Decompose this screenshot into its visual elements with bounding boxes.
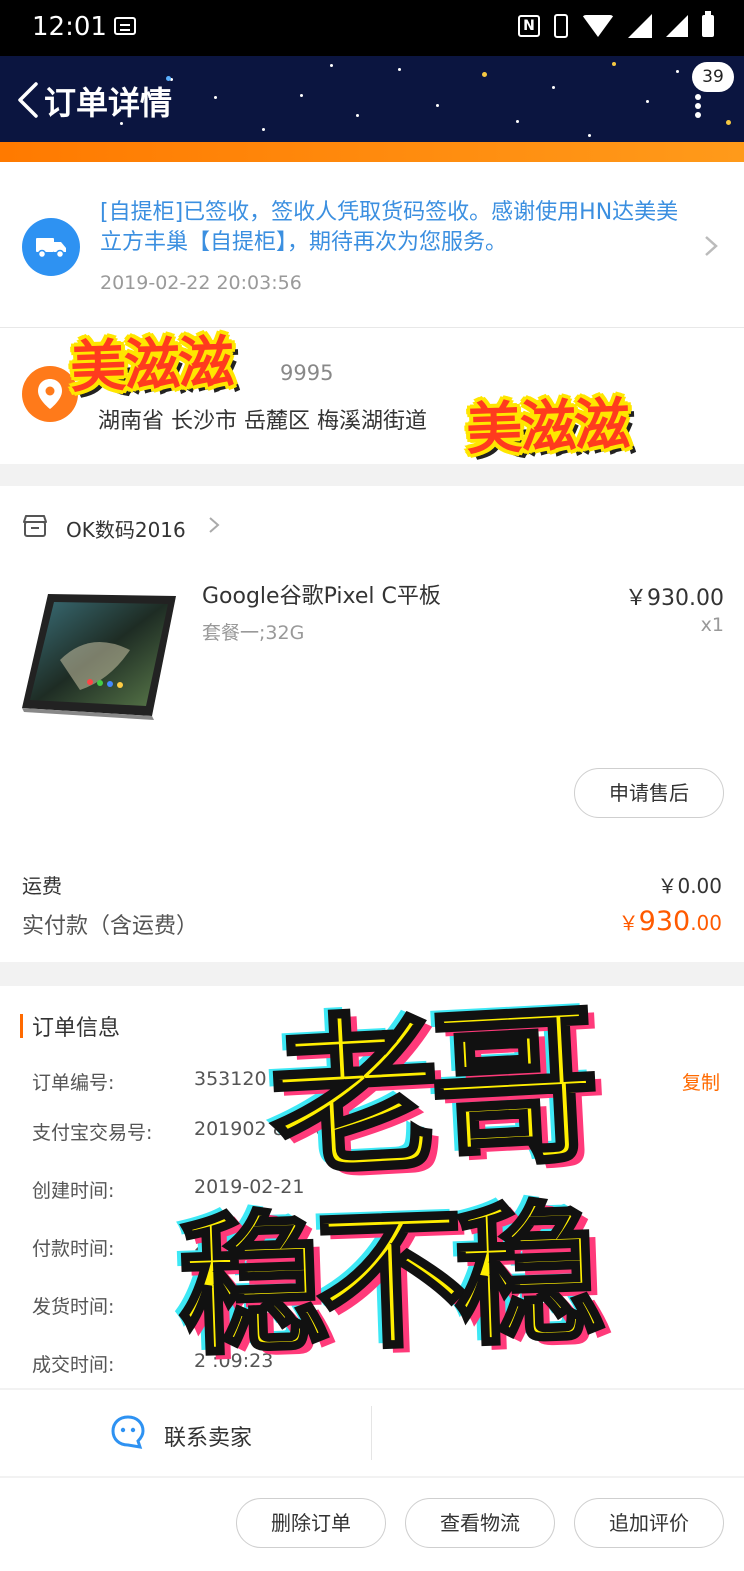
order-info-title: 订单信息 xyxy=(32,1016,121,1041)
product-quantity: x1 xyxy=(700,614,724,636)
shipping-label: 运费 xyxy=(22,874,62,898)
signal-icon xyxy=(628,14,652,38)
status-icons: N xyxy=(518,11,714,38)
vibrate-icon xyxy=(554,14,568,38)
chevron-right-icon[interactable] xyxy=(704,235,718,257)
message-count-badge[interactable]: 39 xyxy=(692,62,734,92)
wifi-icon xyxy=(582,15,614,37)
shipping-value: ￥0.00 xyxy=(657,874,722,898)
header-bar: 订单详情 xyxy=(0,56,744,142)
delete-order-button[interactable]: 删除订单 xyxy=(236,1498,386,1548)
paid-currency: ￥ xyxy=(618,911,639,935)
section-accent-bar xyxy=(20,1014,23,1038)
product-card: OK数码2016 Google谷歌Pixel C平板 套餐一;32G ￥930.… xyxy=(0,486,744,962)
paid-label: 实付款（含运费） xyxy=(22,914,199,939)
chat-bubble-icon[interactable] xyxy=(110,1414,146,1450)
order-detail-screen: 12:01 N 订单详情 39 [自提柜]已签收，签收人凭取货码签收。感谢使用H… xyxy=(0,0,744,1571)
product-image[interactable] xyxy=(20,590,180,724)
vertical-divider xyxy=(371,1406,372,1460)
meme-sticker-line1: 老哥 xyxy=(263,985,597,1203)
paid-time-label: 付款时间: xyxy=(32,1238,115,1260)
view-logistics-button[interactable]: 查看物流 xyxy=(405,1498,555,1548)
more-options-icon[interactable] xyxy=(695,94,703,118)
shop-icon[interactable] xyxy=(22,514,48,538)
paid-integer: 930 xyxy=(638,906,691,937)
chevron-right-icon[interactable] xyxy=(208,516,220,534)
battery-icon xyxy=(702,11,714,37)
product-spec: 套餐一;32G xyxy=(202,622,305,644)
nfc-icon: N xyxy=(518,15,540,37)
product-price: ￥930.00 xyxy=(625,586,724,611)
logistics-status-card[interactable]: [自提柜]已签收，签收人凭取货码签收。感谢使用HN达美美立方丰巢【自提柜】，期待… xyxy=(0,162,744,328)
copy-order-number-link[interactable]: 复制 xyxy=(682,1068,720,1095)
sticker-text: 美滋滋 xyxy=(465,392,630,463)
product-name[interactable]: Google谷歌Pixel C平板 xyxy=(202,578,441,610)
status-time: 12:01 xyxy=(32,12,107,42)
order-info-card: 订单信息 复制 订单编号: 353120 49 支付宝交易号: 201902 8… xyxy=(0,985,744,1388)
contact-seller-button[interactable]: 联系卖家 xyxy=(164,1420,252,1452)
bottom-action-bar: 删除订单 查看物流 追加评价 xyxy=(0,1478,744,1571)
contact-bar: 联系卖家 xyxy=(0,1390,744,1476)
alipay-trade-label: 支付宝交易号: xyxy=(32,1122,153,1144)
paid-amount: ￥930.00 xyxy=(619,906,722,937)
delivery-address-card: 9995 湖南省 长沙市 岳麓区 梅溪湖街道 美滋滋 美滋滋 xyxy=(0,328,744,464)
address-line: 湖南省 长沙市 岳麓区 梅溪湖街道 xyxy=(98,409,427,434)
logistics-time: 2019-02-22 20:03:56 xyxy=(100,272,302,294)
sticker-text: 美滋滋 xyxy=(69,330,234,401)
signal-4g-icon xyxy=(666,15,688,37)
logistics-message: [自提柜]已签收，签收人凭取货码签收。感谢使用HN达美美立方丰巢【自提柜】，期待… xyxy=(100,200,679,255)
add-review-button[interactable]: 追加评价 xyxy=(574,1498,724,1548)
message-notification-icon xyxy=(114,17,136,35)
order-number-label: 订单编号: xyxy=(32,1072,115,1094)
created-time-label: 创建时间: xyxy=(32,1180,115,1202)
meme-sticker-line2: 稳不稳 xyxy=(173,1186,597,1378)
completed-time-label: 成交时间: xyxy=(32,1354,115,1376)
truck-icon xyxy=(22,218,80,276)
status-bar: 12:01 N xyxy=(0,0,744,56)
paid-decimal: .00 xyxy=(690,911,722,935)
shop-name[interactable]: OK数码2016 xyxy=(66,514,186,543)
header-accent-stripe xyxy=(0,142,744,162)
shipped-time-label: 发货时间: xyxy=(32,1296,115,1318)
after-sale-button[interactable]: 申请售后 xyxy=(574,768,724,818)
recipient-phone: 9995 xyxy=(280,361,334,385)
page-title: 订单详情 xyxy=(44,84,173,122)
back-arrow-icon[interactable] xyxy=(14,80,44,120)
